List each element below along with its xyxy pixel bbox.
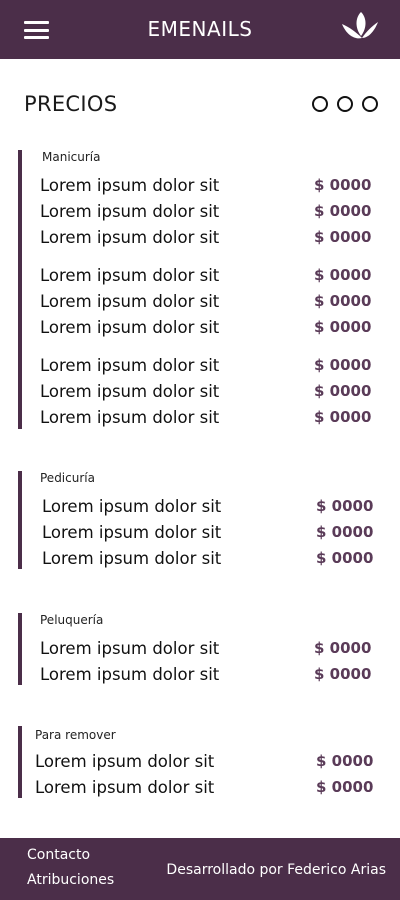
item-price: $ 0000 bbox=[314, 408, 372, 426]
price-row: Lorem ipsum dolor sit $ 0000 bbox=[22, 523, 382, 549]
item-name: Lorem ipsum dolor sit bbox=[40, 408, 220, 427]
price-row: Lorem ipsum dolor sit $ 0000 bbox=[22, 665, 382, 691]
page-title: PRECIOS bbox=[24, 92, 118, 116]
section-title: Manicuría bbox=[42, 150, 101, 164]
price-row: Lorem ipsum dolor sit $ 0000 bbox=[22, 778, 382, 804]
item-price: $ 0000 bbox=[314, 356, 372, 374]
price-row: Lorem ipsum dolor sit $ 0000 bbox=[22, 382, 382, 408]
pager-dot-2[interactable] bbox=[337, 96, 353, 112]
top-header: EMENAILS bbox=[0, 0, 400, 59]
item-price: $ 0000 bbox=[314, 292, 372, 310]
item-price: $ 0000 bbox=[314, 202, 372, 220]
item-price: $ 0000 bbox=[314, 382, 372, 400]
section-pedicuria: Pedicuría Lorem ipsum dolor sit $ 0000 L… bbox=[18, 471, 382, 569]
credits-text: Desarrollado por Federico Arias bbox=[166, 862, 386, 878]
price-row: Lorem ipsum dolor sit $ 0000 bbox=[22, 549, 382, 575]
item-price: $ 0000 bbox=[316, 549, 374, 567]
item-name: Lorem ipsum dolor sit bbox=[40, 266, 220, 285]
item-price: $ 0000 bbox=[314, 228, 372, 246]
pager-dot-1[interactable] bbox=[312, 96, 328, 112]
price-row: Lorem ipsum dolor sit $ 0000 bbox=[22, 292, 382, 318]
item-name: Lorem ipsum dolor sit bbox=[42, 497, 222, 516]
price-row: Lorem ipsum dolor sit $ 0000 bbox=[22, 497, 382, 523]
item-name: Lorem ipsum dolor sit bbox=[40, 176, 220, 195]
leaf-logo-icon[interactable] bbox=[340, 10, 380, 44]
page-title-row: PRECIOS bbox=[0, 92, 400, 122]
price-row: Lorem ipsum dolor sit $ 0000 bbox=[22, 408, 382, 434]
item-name: Lorem ipsum dolor sit bbox=[40, 292, 220, 311]
item-name: Lorem ipsum dolor sit bbox=[40, 356, 220, 375]
section-peluqueria: Peluquería Lorem ipsum dolor sit $ 0000 … bbox=[18, 613, 382, 685]
section-title: Peluquería bbox=[40, 613, 104, 627]
price-row: Lorem ipsum dolor sit $ 0000 bbox=[22, 752, 382, 778]
item-name: Lorem ipsum dolor sit bbox=[40, 382, 220, 401]
item-price: $ 0000 bbox=[316, 497, 374, 515]
item-price: $ 0000 bbox=[316, 523, 374, 541]
price-row: Lorem ipsum dolor sit $ 0000 bbox=[22, 228, 382, 254]
item-name: Lorem ipsum dolor sit bbox=[35, 752, 215, 771]
footer: Contacto Atribuciones Desarrollado por F… bbox=[0, 838, 400, 900]
item-name: Lorem ipsum dolor sit bbox=[40, 639, 220, 658]
item-price: $ 0000 bbox=[316, 752, 374, 770]
item-name: Lorem ipsum dolor sit bbox=[42, 549, 222, 568]
item-name: Lorem ipsum dolor sit bbox=[35, 778, 215, 797]
section-para-remover: Para remover Lorem ipsum dolor sit $ 000… bbox=[18, 726, 382, 798]
item-name: Lorem ipsum dolor sit bbox=[40, 228, 220, 247]
item-price: $ 0000 bbox=[316, 778, 374, 796]
item-price: $ 0000 bbox=[314, 639, 372, 657]
price-row: Lorem ipsum dolor sit $ 0000 bbox=[22, 176, 382, 202]
item-price: $ 0000 bbox=[314, 665, 372, 683]
item-name: Lorem ipsum dolor sit bbox=[42, 523, 222, 542]
section-title: Pedicuría bbox=[40, 471, 95, 485]
item-price: $ 0000 bbox=[314, 266, 372, 284]
price-row: Lorem ipsum dolor sit $ 0000 bbox=[22, 266, 382, 292]
attributions-link[interactable]: Atribuciones bbox=[27, 872, 114, 888]
item-name: Lorem ipsum dolor sit bbox=[40, 318, 220, 337]
pager-dots bbox=[312, 96, 378, 112]
item-price: $ 0000 bbox=[314, 176, 372, 194]
section-title: Para remover bbox=[35, 728, 116, 742]
price-row: Lorem ipsum dolor sit $ 0000 bbox=[22, 202, 382, 228]
price-row: Lorem ipsum dolor sit $ 0000 bbox=[22, 356, 382, 382]
price-row: Lorem ipsum dolor sit $ 0000 bbox=[22, 639, 382, 665]
item-price: $ 0000 bbox=[314, 318, 372, 336]
section-manicuria: Manicuría Lorem ipsum dolor sit $ 0000 L… bbox=[18, 150, 382, 429]
contact-link[interactable]: Contacto bbox=[27, 847, 90, 863]
pager-dot-3[interactable] bbox=[362, 96, 378, 112]
item-name: Lorem ipsum dolor sit bbox=[40, 665, 220, 684]
price-row: Lorem ipsum dolor sit $ 0000 bbox=[22, 318, 382, 344]
item-name: Lorem ipsum dolor sit bbox=[40, 202, 220, 221]
